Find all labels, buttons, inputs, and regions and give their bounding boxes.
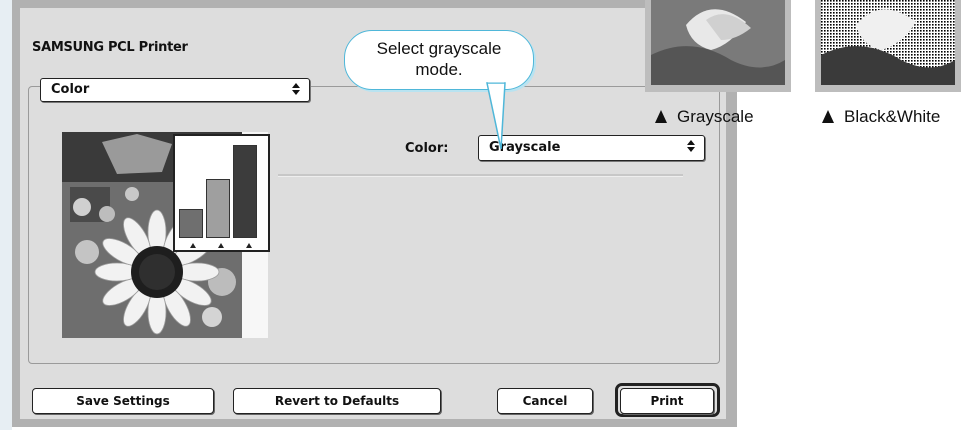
print-button[interactable]: Print	[620, 388, 714, 414]
chart-bar	[179, 209, 203, 238]
revert-to-defaults-button[interactable]: Revert to Defaults	[233, 388, 441, 414]
lotus-grayscale-image	[651, 0, 785, 85]
preview-image	[62, 132, 270, 338]
black-white-caption-text: Black&White	[844, 107, 941, 126]
black-white-sample	[815, 0, 961, 92]
chart-bar	[206, 179, 230, 238]
chart-bar	[233, 145, 257, 238]
panel-select-value: Color	[51, 82, 90, 97]
grayscale-sample	[645, 0, 791, 92]
grayscale-caption-text: Grayscale	[677, 107, 754, 126]
chart-tick	[246, 243, 252, 248]
triangle-up-icon	[655, 110, 667, 123]
cancel-button[interactable]: Cancel	[497, 388, 593, 414]
callout-line: Select grayscale	[376, 39, 502, 58]
callout-line: mode.	[415, 60, 463, 79]
chart-tick	[190, 243, 196, 248]
color-label: Color:	[405, 141, 449, 156]
color-chart-card	[173, 134, 270, 252]
updown-arrows-icon	[291, 83, 303, 95]
background-strip	[0, 0, 12, 430]
triangle-up-icon	[822, 110, 834, 123]
callout-text: Select grayscale mode.	[345, 38, 533, 80]
chart-tick	[218, 243, 224, 248]
updown-arrows-icon	[686, 140, 698, 152]
callout-bubble: Select grayscale mode.	[344, 30, 534, 150]
lotus-bw-image	[821, 0, 955, 85]
panel-select-dropdown[interactable]: Color	[40, 78, 310, 102]
printer-name: SAMSUNG PCL Printer	[32, 40, 188, 55]
grayscale-caption: Grayscale	[655, 107, 754, 127]
save-settings-button[interactable]: Save Settings	[32, 388, 214, 414]
black-white-caption: Black&White	[822, 107, 940, 127]
divider	[278, 174, 683, 177]
